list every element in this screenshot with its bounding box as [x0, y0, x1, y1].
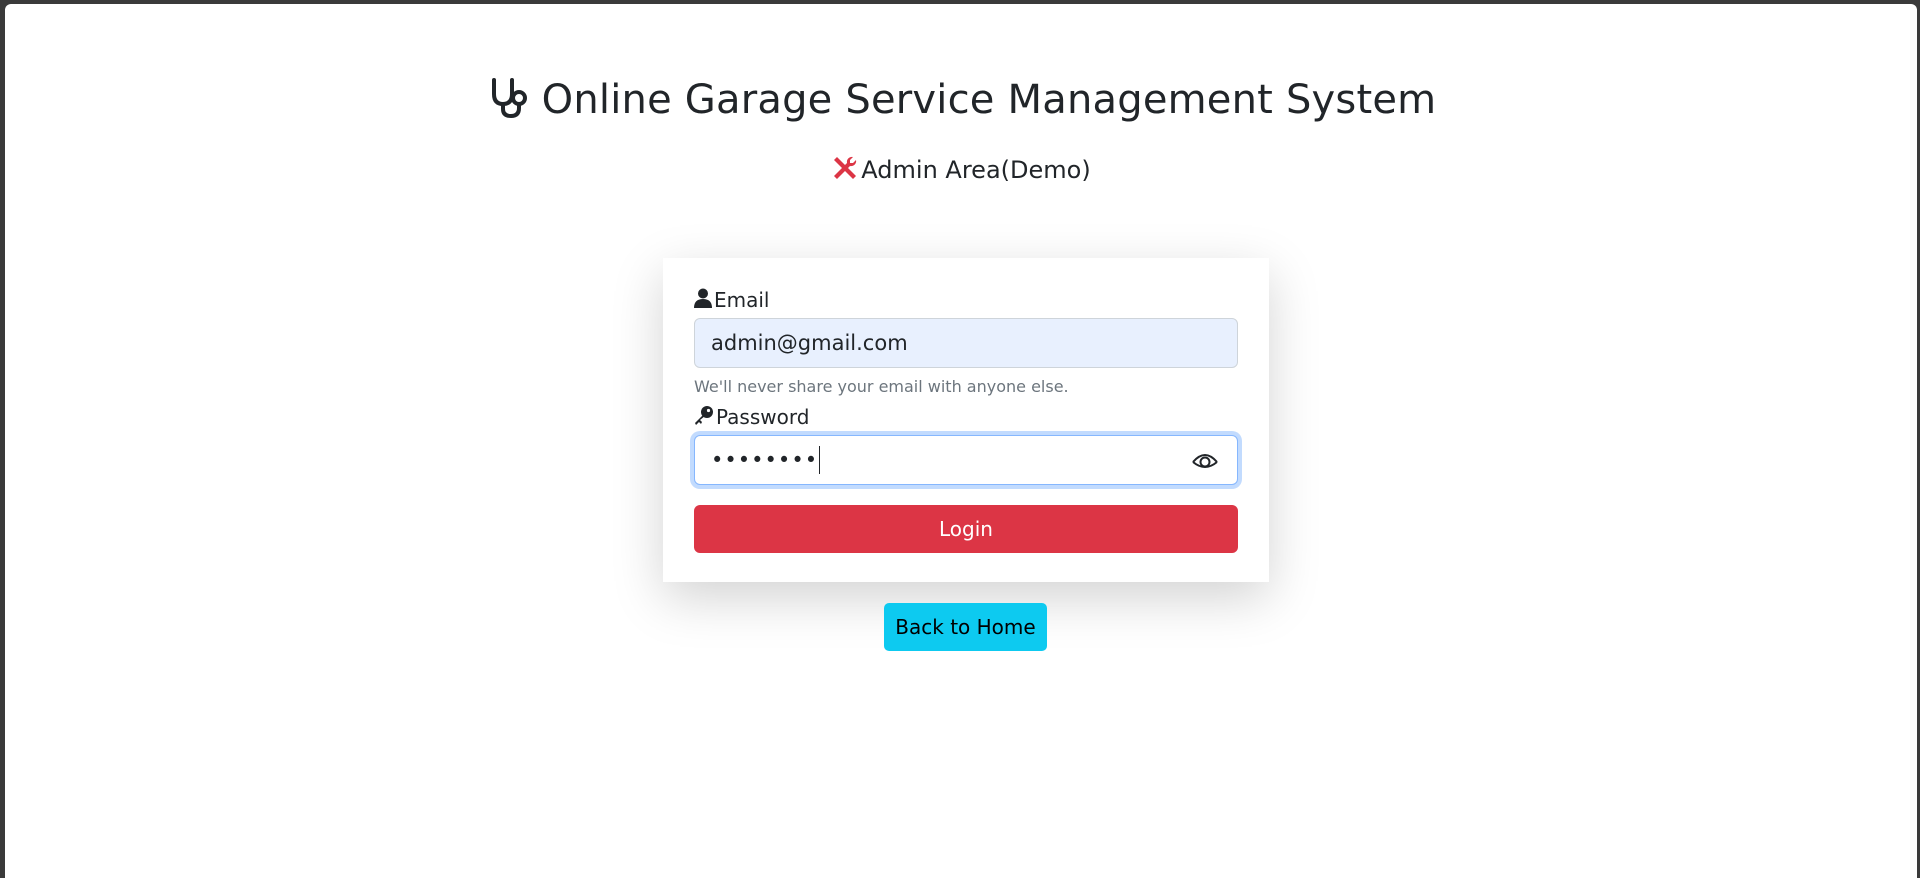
- page-frame: Online Garage Service Management System …: [5, 4, 1917, 878]
- password-field[interactable]: ••••••••: [694, 435, 1238, 485]
- login-card: Email admin@gmail.com We'll never share …: [663, 258, 1269, 582]
- password-label-text: Password: [716, 405, 810, 429]
- admin-area-subtitle: Admin Area(Demo): [5, 154, 1917, 186]
- eye-icon[interactable]: [1191, 448, 1219, 477]
- page-title: Online Garage Service Management System: [541, 77, 1437, 123]
- email-help-text: We'll never share your email with anyone…: [694, 377, 1069, 396]
- tools-icon: [831, 154, 859, 186]
- password-value: ••••••••: [711, 448, 819, 472]
- password-label: Password: [694, 405, 1238, 429]
- login-button[interactable]: Login: [694, 505, 1238, 553]
- subtitle-text: Admin Area(Demo): [861, 156, 1091, 184]
- back-to-home-button[interactable]: Back to Home: [884, 603, 1047, 651]
- email-value: admin@gmail.com: [711, 331, 908, 355]
- page-header: Online Garage Service Management System: [5, 76, 1917, 124]
- email-label-text: Email: [714, 288, 770, 312]
- email-field[interactable]: admin@gmail.com: [694, 318, 1238, 368]
- key-icon: [694, 405, 714, 430]
- text-caret: [819, 446, 821, 474]
- stethoscope-icon: [486, 76, 530, 124]
- user-icon: [694, 288, 712, 313]
- email-label: Email: [694, 288, 1238, 312]
